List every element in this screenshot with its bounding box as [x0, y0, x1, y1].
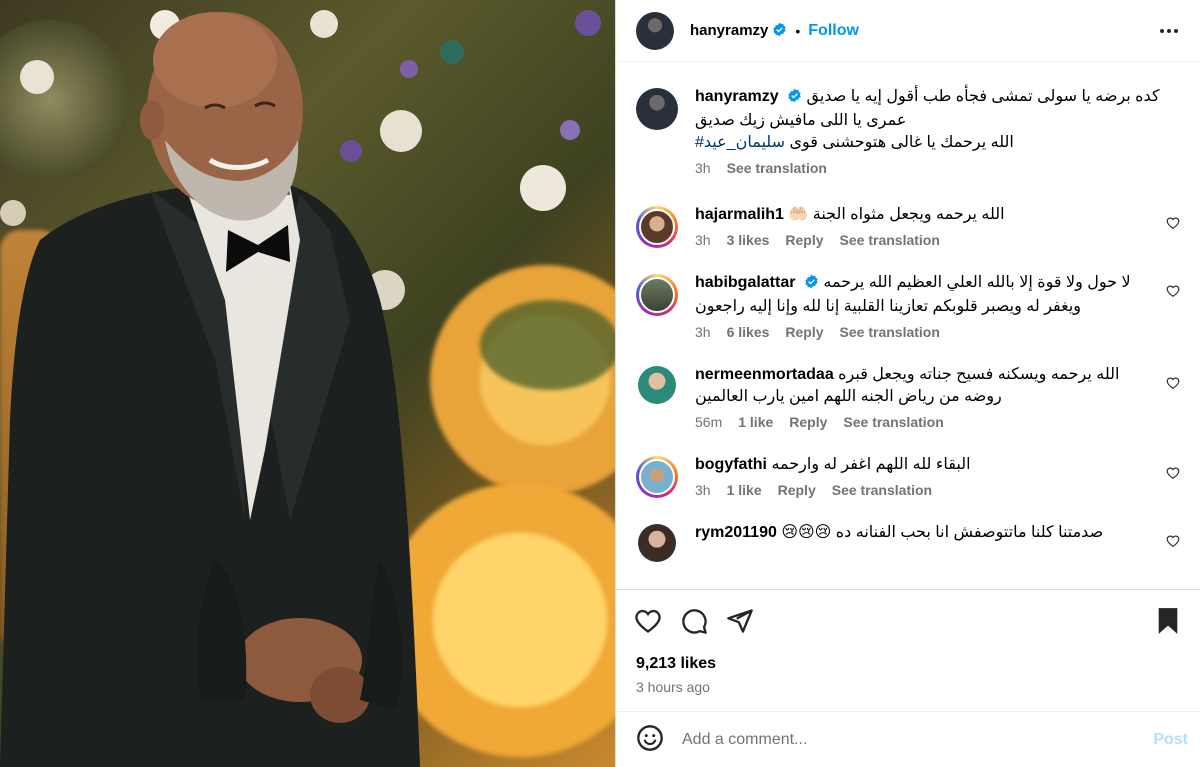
- commenter-avatar[interactable]: [638, 366, 676, 404]
- follow-button[interactable]: Follow: [808, 22, 859, 40]
- post-time[interactable]: 3 hours ago: [616, 673, 1200, 711]
- separator-dot: •: [795, 22, 801, 39]
- commenter-username[interactable]: hajarmalih1: [695, 206, 784, 223]
- caption-line: عمرى يا اللى مافيش زيك صديق: [695, 112, 907, 129]
- comment-heart-icon[interactable]: [1166, 534, 1180, 551]
- commenter-avatar[interactable]: [636, 206, 678, 248]
- comment-text: ويغفر له ويصبر قلوبكم تعازينا القلبية إن…: [695, 298, 1082, 315]
- comment-text: الله يرحمه ويجعل مثواه الجنة 🤲🏻: [788, 206, 1005, 223]
- comment-item: rym201190 صدمتنا كلنا ماتتوصفش انا بحب ا…: [636, 522, 1180, 562]
- comment-heart-icon[interactable]: [1166, 376, 1180, 393]
- comment-item: hajarmalih1 الله يرحمه ويجعل مثواه الجنة…: [636, 204, 1180, 248]
- author-username[interactable]: hanyramzy: [690, 22, 768, 39]
- person-figure: [0, 12, 420, 767]
- comment-time[interactable]: 56m: [695, 414, 722, 430]
- post-photo: [0, 0, 615, 767]
- post-actions-bar: [616, 589, 1200, 651]
- post-dialog: hanyramzy • Follow hanyramzy كده برضه يا…: [0, 0, 1200, 767]
- comment-item: nermeenmortadaa الله يرحمه ويسكنه فسيح ج…: [636, 364, 1180, 430]
- see-translation-link[interactable]: See translation: [843, 414, 943, 430]
- caption-username[interactable]: hanyramzy: [695, 88, 779, 105]
- comment-likes[interactable]: 6 likes: [727, 324, 770, 340]
- emoji-icon[interactable]: [636, 724, 664, 755]
- comment-item: habibgalattar لا حول ولا قوة إلا بالله ا…: [636, 272, 1180, 340]
- comment-text: لا حول ولا قوة إلا بالله العلي العظيم ال…: [823, 274, 1131, 291]
- commenter-avatar[interactable]: [636, 274, 678, 316]
- likes-count[interactable]: 9,213 likes: [616, 651, 1200, 673]
- commenter-avatar[interactable]: [638, 524, 676, 562]
- reply-button[interactable]: Reply: [778, 482, 816, 498]
- comment-time[interactable]: 3h: [695, 482, 711, 498]
- comment-time[interactable]: 3h: [695, 232, 711, 248]
- comments-list[interactable]: hanyramzy كده برضه يا سولى تمشى فجأه طب …: [616, 62, 1200, 589]
- comment-icon[interactable]: [680, 607, 708, 635]
- comment-text: الله يرحمه ويسكنه فسيح جناته ويجعل قبره: [838, 366, 1120, 383]
- verified-badge-icon: [804, 274, 819, 296]
- comment-text: روضه من رياض الجنه اللهم امين يارب العال…: [695, 388, 1002, 405]
- comment-likes[interactable]: 1 like: [738, 414, 773, 430]
- see-translation-link[interactable]: See translation: [832, 482, 932, 498]
- comment-heart-icon[interactable]: [1166, 466, 1180, 483]
- comment-text: صدمتنا كلنا ماتتوصفش انا بحب الفنانه ده …: [781, 524, 1104, 541]
- verified-badge-icon: [772, 22, 787, 40]
- add-comment-bar: Post: [616, 711, 1200, 767]
- reply-button[interactable]: Reply: [785, 232, 823, 248]
- reply-button[interactable]: Reply: [789, 414, 827, 430]
- caption: hanyramzy كده برضه يا سولى تمشى فجأه طب …: [636, 86, 1180, 176]
- post-side-panel: hanyramzy • Follow hanyramzy كده برضه يا…: [615, 0, 1200, 767]
- caption-time[interactable]: 3h: [695, 160, 711, 176]
- comment-likes[interactable]: 3 likes: [727, 232, 770, 248]
- comment-item: bogyfathi البقاء لله اللهم اغفر له وارحم…: [636, 454, 1180, 498]
- see-translation-link[interactable]: See translation: [727, 160, 827, 176]
- caption-hashtag[interactable]: #سليمان_عيد: [695, 134, 785, 151]
- comment-heart-icon[interactable]: [1166, 284, 1180, 301]
- caption-line: كده برضه يا سولى تمشى فجأه طب أقول إيه ي…: [806, 88, 1160, 105]
- post-comment-button[interactable]: Post: [1153, 731, 1188, 749]
- comment-likes[interactable]: 1 like: [727, 482, 762, 498]
- reply-button[interactable]: Reply: [785, 324, 823, 340]
- commenter-username[interactable]: nermeenmortadaa: [695, 366, 834, 383]
- see-translation-link[interactable]: See translation: [840, 232, 940, 248]
- comment-time[interactable]: 3h: [695, 324, 711, 340]
- bookmark-icon[interactable]: [1154, 607, 1182, 635]
- caption-line: الله يرحمك يا غالى هتوحشنى قوى: [789, 134, 1014, 151]
- commenter-username[interactable]: bogyfathi: [695, 456, 767, 473]
- send-icon[interactable]: [726, 607, 754, 635]
- commenter-avatar[interactable]: [636, 456, 678, 498]
- commenter-username[interactable]: rym201190: [695, 524, 777, 541]
- caption-avatar[interactable]: [636, 88, 678, 130]
- commenter-username[interactable]: habibgalattar: [695, 274, 795, 291]
- comment-input[interactable]: [682, 730, 1154, 749]
- verified-badge-icon: [787, 88, 802, 110]
- post-header: hanyramzy • Follow: [616, 0, 1200, 62]
- more-horizontal-icon[interactable]: [1158, 23, 1180, 39]
- comment-heart-icon[interactable]: [1166, 216, 1180, 233]
- heart-icon[interactable]: [634, 607, 662, 635]
- see-translation-link[interactable]: See translation: [840, 324, 940, 340]
- author-avatar[interactable]: [636, 11, 674, 50]
- comment-text: البقاء لله اللهم اغفر له وارحمه: [771, 456, 971, 473]
